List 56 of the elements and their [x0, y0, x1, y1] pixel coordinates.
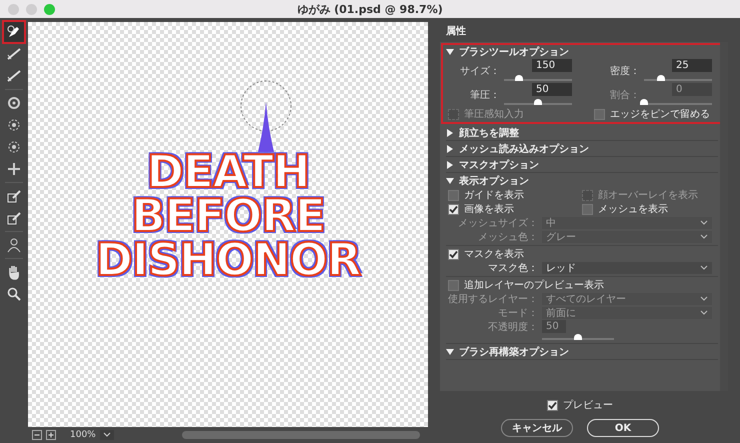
panel-title: 属性: [445, 24, 467, 39]
slider-label: サイズ：: [459, 65, 500, 78]
checkbox[interactable]: [448, 190, 459, 200]
field-label: モード：: [497, 307, 538, 320]
transparent-canvas[interactable]: DEATH BEFORE DISHONOR: [28, 22, 428, 427]
cancel-button[interactable]: キャンセル: [501, 419, 573, 437]
warped-ink-drawing: [258, 102, 274, 152]
artwork-text: DISHONOR: [96, 238, 360, 282]
field-label: メッシュ色：: [477, 231, 538, 244]
checkbox-label: プレビュー: [563, 398, 613, 412]
section-header[interactable]: メッシュ読み込みオプション: [446, 141, 718, 156]
artwork-text: DEATH: [146, 150, 310, 194]
checkbox[interactable]: [448, 280, 459, 290]
checkbox-label: 筆圧感知入力: [464, 108, 524, 121]
value-field[interactable]: 25: [672, 58, 712, 72]
slider-label: 割合：: [609, 88, 640, 102]
value-field[interactable]: 50: [532, 82, 572, 96]
field-label: 使用するレイヤー：: [447, 293, 538, 306]
checkbox-label: 追加レイヤーのプレビュー表示: [464, 278, 604, 292]
field-label: メッシュサイズ：: [457, 217, 538, 230]
slider-thumb[interactable]: [534, 98, 542, 104]
checkbox[interactable]: [594, 108, 605, 120]
checkbox-label: ガイドを表示: [464, 188, 524, 202]
field-label: 不透明度：: [487, 320, 538, 334]
brush-cursor-icon: [240, 80, 292, 132]
slider-thumb[interactable]: [514, 74, 523, 80]
ok-button[interactable]: OK: [587, 419, 659, 437]
checkbox[interactable]: [547, 400, 558, 410]
checkbox-label: 画像を表示: [464, 202, 514, 216]
section-header[interactable]: マスクオプション: [446, 157, 718, 172]
checkbox[interactable]: [448, 204, 459, 214]
checkbox-label: エッジをピンで留める: [610, 108, 710, 121]
section-header[interactable]: 表示オプション: [446, 173, 718, 188]
value-field[interactable]: 150: [532, 58, 572, 72]
tool-icon[interactable]: [4, 22, 24, 42]
zoom-out-icon[interactable]: [32, 430, 42, 440]
window-title: ゆがみ (01.psd @ 98.7%): [296, 2, 444, 16]
checkbox-label: 顔オーバーレイを表示: [598, 188, 698, 202]
chevron-icon: [700, 265, 708, 271]
scroll-bar[interactable]: [182, 431, 420, 439]
slider-label: 筆圧：: [469, 89, 500, 102]
section-header[interactable]: ブラシツールオプション: [446, 44, 718, 59]
slider-thumb[interactable]: [657, 74, 665, 80]
checkbox-label: メッシュを表示: [598, 202, 668, 216]
checkbox-label: マスクを表示: [464, 248, 524, 261]
artwork-text: BEFORE: [131, 194, 325, 238]
chevron-icon[interactable]: [100, 430, 114, 440]
checkbox[interactable]: [448, 248, 459, 260]
slider-label: 密度：: [609, 64, 640, 78]
dropdown[interactable]: レッド: [542, 262, 712, 274]
zoom-value[interactable]: 100%: [70, 430, 96, 440]
section-header[interactable]: 顔立ちを調整: [446, 125, 718, 140]
zoom-in-icon[interactable]: [46, 430, 56, 440]
checkbox[interactable]: [582, 204, 593, 214]
section-header[interactable]: ブラシ再構築オプション: [446, 344, 718, 359]
field-label: マスク色：: [487, 262, 538, 275]
